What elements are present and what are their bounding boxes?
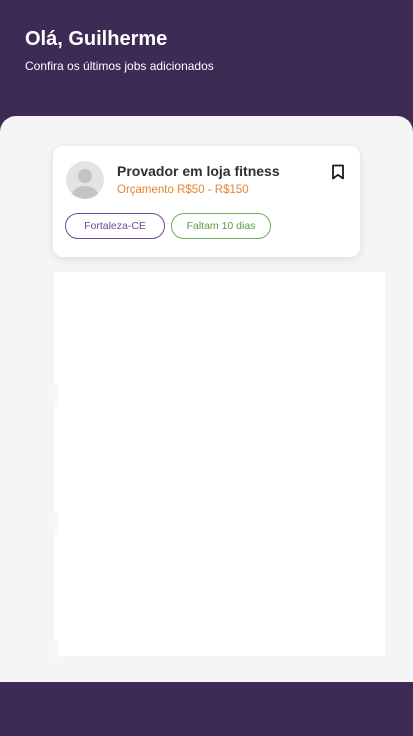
greeting-title: Olá, Guilherme xyxy=(25,28,168,50)
location-tag: Fortaleza-CE xyxy=(65,213,165,239)
job-budget: Orçamento R$50 - R$150 xyxy=(117,184,249,196)
deadline-tag: Faltam 10 dias xyxy=(171,213,271,239)
list-divider xyxy=(54,640,58,662)
list-divider xyxy=(54,384,58,406)
bookmark-icon[interactable] xyxy=(331,164,345,180)
list-divider xyxy=(54,512,58,534)
user-avatar-icon xyxy=(66,161,104,199)
bottom-navigation-bar xyxy=(0,682,413,736)
job-title: Provador em loja fitness xyxy=(117,163,280,179)
jobs-content: Provador em loja fitness Orçamento R$50 … xyxy=(0,116,413,682)
job-card[interactable]: Provador em loja fitness Orçamento R$50 … xyxy=(53,146,360,257)
greeting-subtitle: Confira os últimos jobs adicionados xyxy=(25,59,214,73)
job-list-placeholder xyxy=(54,272,385,662)
header: Olá, Guilherme Confira os últimos jobs a… xyxy=(0,0,413,130)
